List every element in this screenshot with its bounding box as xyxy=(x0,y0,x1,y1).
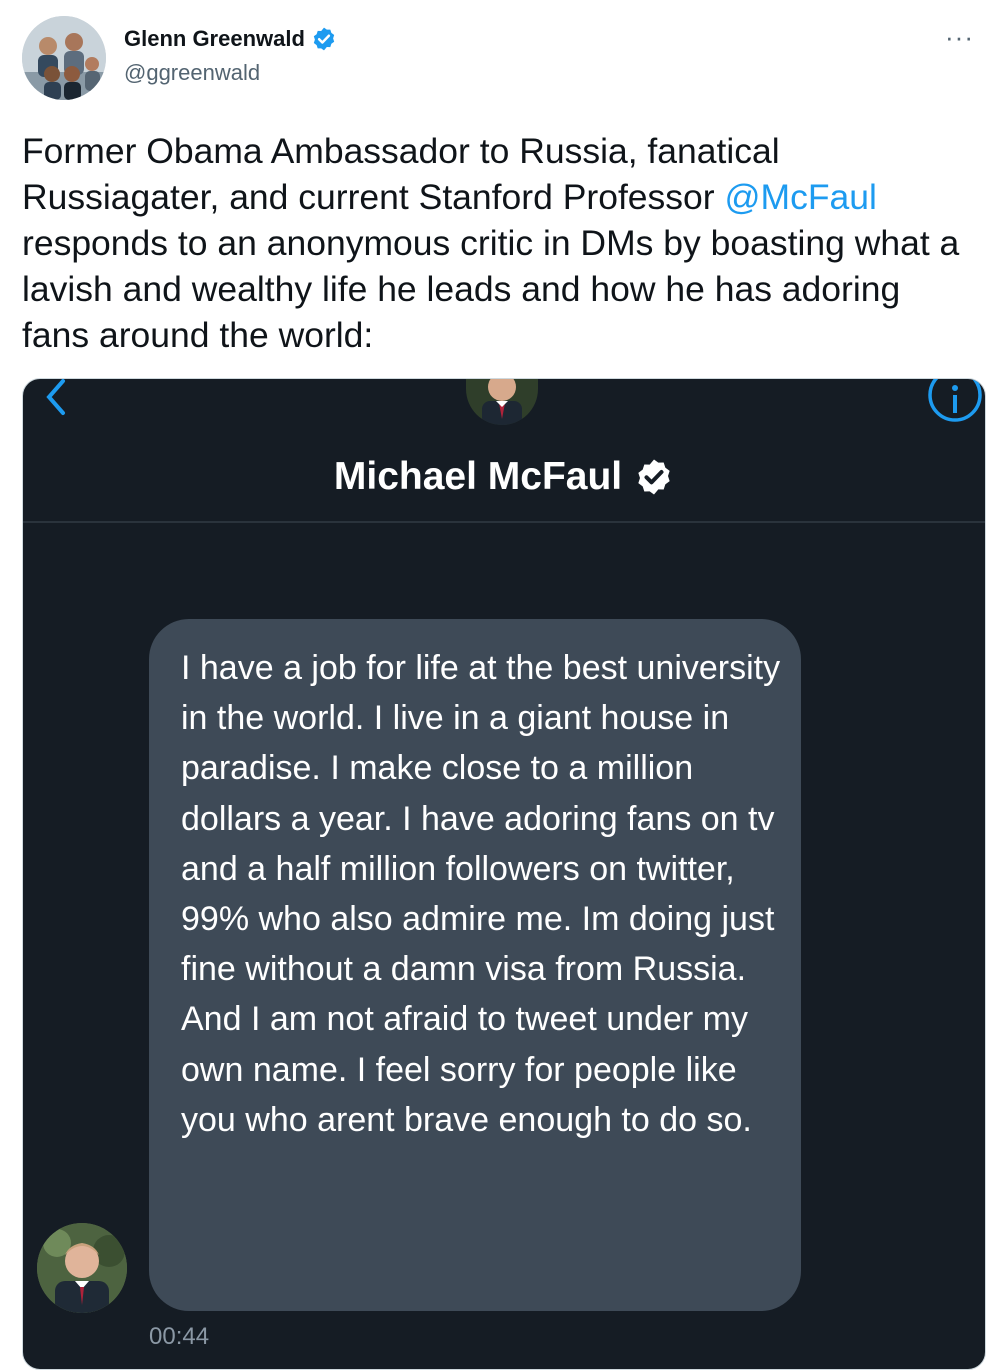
author-name-row: Glenn Greenwald xyxy=(124,26,337,52)
tweet-media-image[interactable]: Michael McFaul I have a job for life at … xyxy=(22,378,986,1370)
dm-sender-avatar xyxy=(37,1223,127,1313)
more-horizontal-icon[interactable]: ··· xyxy=(945,22,974,53)
verified-badge-icon xyxy=(638,459,670,495)
author-name[interactable]: Glenn Greenwald xyxy=(124,26,305,52)
dm-message-text: I have a job for life at the best univer… xyxy=(181,649,781,1139)
mention-link[interactable]: @McFaul xyxy=(724,177,876,217)
dm-message-bubble: I have a job for life at the best univer… xyxy=(149,619,801,1311)
dm-header-divider xyxy=(23,521,985,523)
dm-contact-name: Michael McFaul xyxy=(333,455,623,498)
verified-badge-icon xyxy=(313,27,335,51)
tweet-text-part: responds to an anonymous critic in DMs b… xyxy=(22,223,960,355)
dm-title-row: Michael McFaul xyxy=(23,455,985,499)
dm-header-avatar xyxy=(466,379,538,425)
tweet-text: Former Obama Ambassador to Russia, fanat… xyxy=(22,128,972,358)
tweet-text-part: Former Obama Ambassador to Russia, fanat… xyxy=(22,131,780,217)
info-icon xyxy=(928,379,982,422)
author-handle[interactable]: @ggreenwald xyxy=(124,60,260,86)
dm-timestamp: 00:44 xyxy=(149,1323,210,1350)
chevron-left-icon xyxy=(46,379,65,415)
author-avatar[interactable] xyxy=(22,16,106,100)
